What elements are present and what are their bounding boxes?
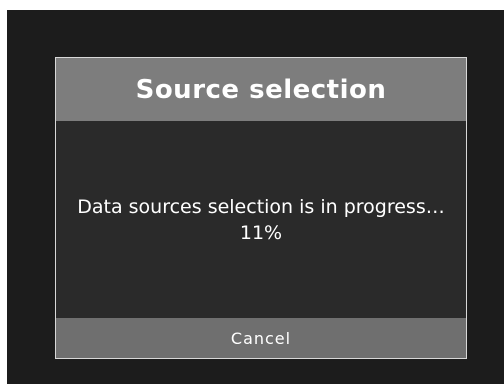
- device-screen: Source selection Data sources selection …: [7, 10, 504, 384]
- progress-message: Data sources selection is in progress…: [77, 195, 445, 218]
- dialog-header: Source selection: [56, 58, 466, 121]
- dialog-body: Data sources selection is in progress… 1…: [56, 121, 466, 318]
- progress-percentage: 11%: [239, 221, 283, 244]
- source-selection-dialog: Source selection Data sources selection …: [55, 57, 467, 359]
- cancel-button-label: Cancel: [230, 328, 292, 348]
- cancel-button[interactable]: Cancel: [56, 318, 466, 358]
- dialog-title: Source selection: [135, 74, 387, 105]
